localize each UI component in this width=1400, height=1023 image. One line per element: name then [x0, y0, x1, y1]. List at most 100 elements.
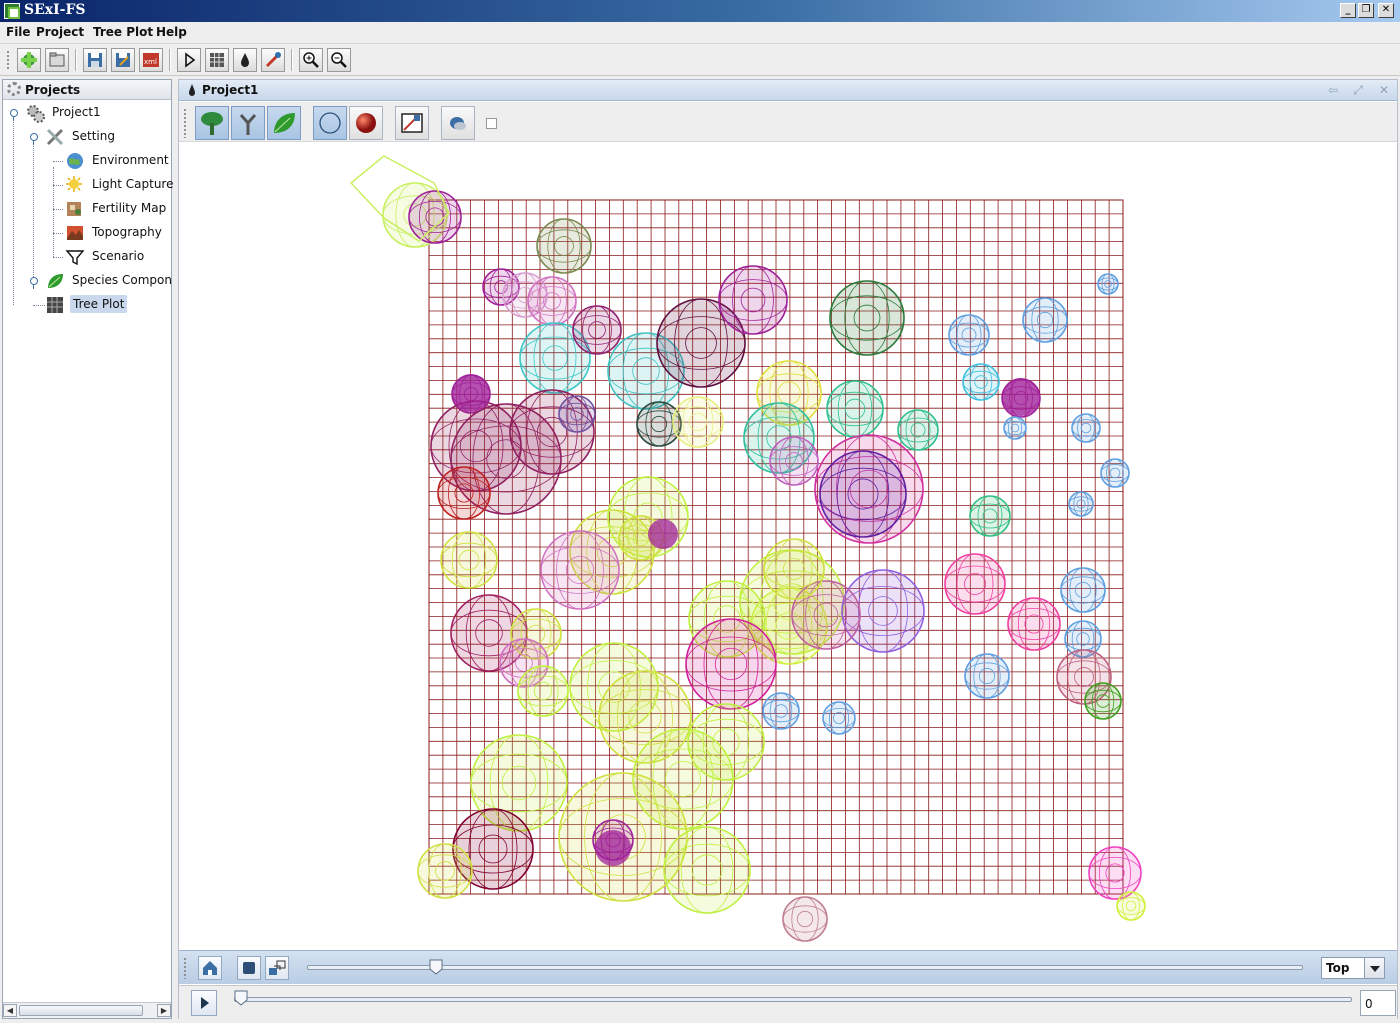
show-trees-button[interactable]: [195, 106, 229, 140]
run-button[interactable]: [177, 48, 201, 72]
maximize-icon[interactable]: ⤢: [1351, 83, 1365, 97]
play-button[interactable]: [191, 990, 217, 1016]
grid-icon: [47, 297, 63, 313]
minimize-button[interactable]: _: [1340, 3, 1356, 18]
view-toolbar-grip[interactable]: [183, 108, 187, 138]
export-xml-button[interactable]: xml: [139, 48, 163, 72]
time-step-field[interactable]: 0: [1360, 990, 1396, 1016]
tree-item-setting[interactable]: Setting: [45, 126, 171, 148]
time-slider-thumb[interactable]: [234, 990, 248, 1006]
menu-file[interactable]: File: [6, 25, 31, 39]
view-toolbar: [179, 102, 1397, 142]
scroll-left-button[interactable]: ◀: [3, 1004, 17, 1017]
tree-crown: [408, 190, 462, 244]
tree-item-label: Fertility Map: [92, 201, 167, 215]
xml-label: xml: [144, 58, 157, 66]
fertility-icon: [67, 202, 81, 216]
tree-item-environment[interactable]: Environment: [65, 150, 171, 172]
leaf-icon: [48, 274, 63, 288]
expand-toggle-species[interactable]: [30, 277, 38, 289]
play-icon: [201, 997, 209, 1009]
tree-crown: [718, 265, 788, 335]
open-project-button[interactable]: [45, 48, 69, 72]
expand-toggle-setting[interactable]: [30, 133, 38, 145]
topography-icon: [67, 226, 83, 240]
tree-item-species-components[interactable]: Species Components: [45, 270, 171, 292]
sun-icon: [66, 176, 82, 192]
window-title: SExI-FS: [24, 2, 86, 18]
save-as-button[interactable]: [111, 48, 135, 72]
tree-item-scenario[interactable]: Scenario: [65, 246, 171, 268]
save-button[interactable]: [83, 48, 107, 72]
toolbar-separator: [291, 49, 293, 71]
chevron-down-icon[interactable]: [1364, 958, 1384, 978]
render-button[interactable]: [395, 106, 429, 140]
tree-crown: [417, 843, 473, 899]
tree-crown: [536, 218, 592, 274]
menu-help[interactable]: Help: [156, 25, 187, 39]
tree-item-label: Project1: [52, 105, 101, 119]
toolbar-grip[interactable]: [6, 50, 10, 70]
grid-button[interactable]: [205, 48, 229, 72]
tree-crown: [1071, 413, 1101, 443]
expand-toggle-project1[interactable]: [10, 109, 18, 121]
close-button[interactable]: ✕: [1378, 3, 1394, 18]
tree-line: [53, 257, 63, 258]
scroll-right-button[interactable]: ▶: [157, 1004, 171, 1017]
time-slider-track[interactable]: [234, 997, 1352, 1002]
option-checkbox[interactable]: [486, 118, 497, 129]
show-trunks-button[interactable]: [231, 106, 265, 140]
edit-button[interactable]: [261, 48, 285, 72]
restore-button[interactable]: ❐: [1358, 3, 1374, 18]
tree-crown: [517, 665, 569, 717]
tree-item-label-selected: Tree Plot: [70, 295, 128, 313]
new-project-icon: [21, 52, 37, 68]
zoom-in-button[interactable]: [299, 48, 323, 72]
zoom-slider-thumb[interactable]: [429, 959, 443, 975]
tree-item-label: Scenario: [92, 249, 145, 263]
tree-crown: [1003, 416, 1027, 440]
fit-view-button[interactable]: [265, 956, 289, 980]
home-icon: [203, 961, 217, 975]
time-step-value: 0: [1365, 997, 1373, 1011]
control-bar-grip[interactable]: [183, 957, 187, 979]
new-project-button[interactable]: [17, 48, 41, 72]
tree-line: [13, 119, 14, 305]
tree-icon: [201, 112, 223, 135]
close-panel-icon[interactable]: ✕: [1377, 83, 1391, 97]
tree-horizontal-scrollbar[interactable]: ◀ ▶: [3, 1002, 171, 1018]
tree-crown: [663, 826, 751, 914]
tree-item-fertility-map[interactable]: Fertility Map: [65, 198, 171, 220]
gear-icon: [7, 82, 21, 96]
tree-item-project1[interactable]: Project1: [25, 102, 171, 124]
tree-item-light-capture[interactable]: Light Capture: [65, 174, 173, 196]
home-view-button[interactable]: [198, 956, 222, 980]
tree-item-tree-plot[interactable]: Tree Plot: [45, 294, 171, 316]
menu-tree-plot[interactable]: Tree Plot: [93, 25, 153, 39]
light-icon: [450, 117, 466, 130]
tree-plot-canvas[interactable]: [179, 143, 1397, 949]
tree-crown: [1022, 297, 1068, 343]
tree-crown: [1097, 273, 1119, 295]
pin-icon[interactable]: ⇦: [1326, 83, 1340, 97]
stop-button[interactable]: [237, 956, 261, 980]
light-button[interactable]: [441, 106, 475, 140]
zoom-in-icon: [303, 52, 319, 68]
show-leaves-button[interactable]: [267, 106, 301, 140]
tree-crown-solid: [452, 374, 490, 412]
scroll-thumb[interactable]: [19, 1005, 143, 1016]
wireframe-button[interactable]: [313, 106, 347, 140]
drop-icon: [241, 53, 249, 67]
drop-button[interactable]: [233, 48, 257, 72]
solid-button[interactable]: [349, 106, 383, 140]
tree-crown: [1007, 597, 1061, 651]
plot-3d-view[interactable]: [179, 143, 1397, 949]
tree-item-topography[interactable]: Topography: [65, 222, 171, 244]
project-gear-icon: [27, 105, 45, 123]
zoom-out-button[interactable]: [327, 48, 351, 72]
zoom-out-icon: [331, 52, 347, 68]
menu-project[interactable]: Project: [36, 25, 84, 39]
zoom-slider-track[interactable]: [307, 965, 1303, 970]
view-mode-select[interactable]: Top: [1321, 957, 1385, 979]
app-window: SExI-FS _ ❐ ✕ File Project Tree Plot Hel…: [0, 0, 1400, 1023]
